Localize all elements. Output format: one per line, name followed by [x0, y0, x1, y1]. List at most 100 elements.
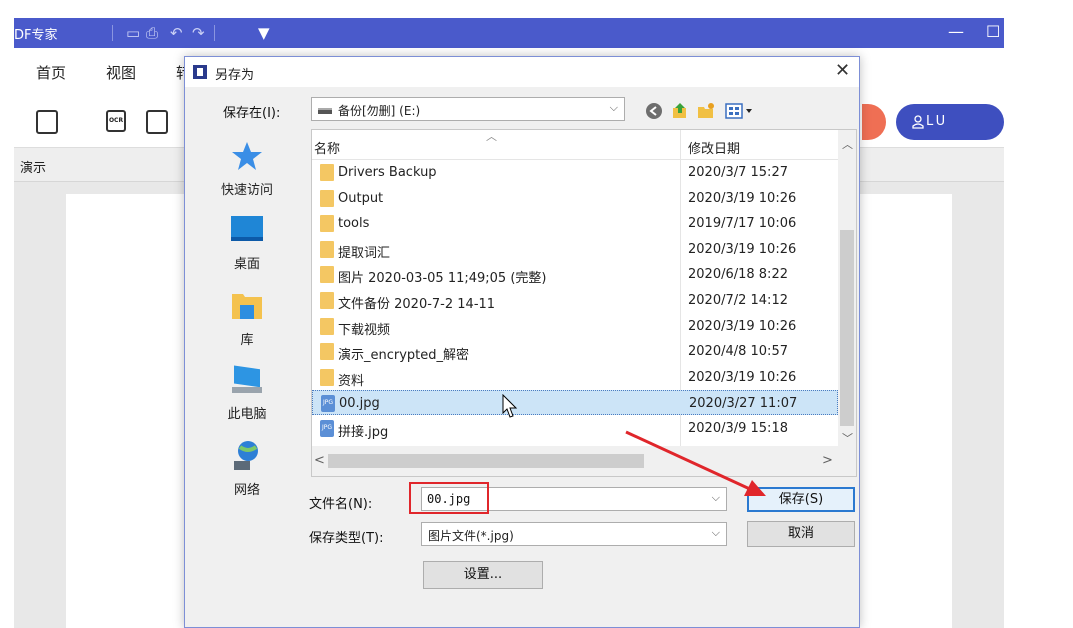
sidebar-label: 库 — [240, 333, 254, 348]
sidebar-label: 此电脑 — [227, 407, 267, 422]
file-list[interactable]: ︿ 名称 修改日期 Drivers Backup 2020/3/7 15:27 Ou… — [311, 129, 857, 477]
back-icon[interactable] — [645, 102, 663, 120]
user-name: LU — [926, 114, 949, 129]
file-row[interactable]: Output 2020/3/19 10:26 — [312, 186, 838, 211]
sidebar-item-this-pc[interactable]: 此电脑 — [207, 363, 287, 422]
column-header-date[interactable]: 修改日期 — [688, 138, 740, 157]
file-row[interactable]: Drivers Backup 2020/3/7 15:27 — [312, 160, 838, 185]
save-button[interactable]: 保存(S) — [747, 487, 855, 512]
screen: DF专家 ▭ ⎙ ↶ ↷ ▼ — ☐ 首页 视图 转 OCR — [0, 0, 1073, 628]
save-as-dialog: 另存为 ✕ 保存在(I): 备份[勿删] (E:) ⌵ 快速访问 桌面 库 此电… — [184, 56, 860, 628]
user-account-button[interactable]: LU — [896, 104, 1004, 140]
settings-button[interactable]: 设置... — [423, 561, 543, 589]
scroll-down-icon[interactable]: ﹀ — [842, 430, 853, 446]
mouse-cursor-icon — [502, 394, 518, 418]
file-name: 演示_encrypted_解密 — [338, 348, 470, 364]
customize-dropdown-icon[interactable]: ▼ — [258, 24, 270, 42]
save-in-label: 保存在(I): — [223, 106, 281, 121]
horizontal-scrollbar[interactable]: < > — [312, 446, 838, 476]
folder-icon — [320, 266, 334, 284]
ocr-icon[interactable]: OCR — [106, 110, 126, 132]
dialog-title-bar: 另存为 ✕ — [185, 57, 859, 87]
menu-home[interactable]: 首页 — [36, 62, 66, 83]
drive-icon — [318, 108, 332, 114]
file-row[interactable]: 拼接.jpg 2020/3/9 15:18 — [312, 416, 838, 441]
column-header-name[interactable]: 名称 — [314, 138, 340, 157]
sidebar-item-quick-access[interactable]: 快速访问 — [207, 139, 287, 198]
star-icon — [232, 142, 262, 170]
filetype-value: 图片文件(*.jpg) — [428, 529, 514, 543]
app-title: DF专家 — [14, 28, 58, 43]
redo-icon[interactable]: ↷ — [192, 24, 205, 42]
sidebar-item-network[interactable]: 网络 — [207, 439, 287, 498]
menu-view[interactable]: 视图 — [106, 62, 136, 83]
file-date: 2020/7/2 14:12 — [688, 293, 788, 308]
vertical-scroll-thumb[interactable] — [840, 230, 854, 426]
library-icon — [232, 294, 262, 319]
file-name: 文件备份 2020-7-2 14-11 — [338, 297, 496, 312]
scroll-left-icon[interactable]: < — [314, 453, 325, 468]
filename-label: 文件名(N): — [309, 497, 373, 512]
image-file-icon — [321, 395, 335, 413]
file-row[interactable]: 资料 2020/3/19 10:26 — [312, 365, 838, 390]
filetype-dropdown[interactable]: 图片文件(*.jpg) ⌵ — [421, 522, 727, 546]
sidebar-item-libraries[interactable]: 库 — [207, 289, 287, 348]
scroll-right-icon[interactable]: > — [822, 453, 833, 468]
file-row[interactable]: tools 2019/7/17 10:06 — [312, 211, 838, 236]
undo-icon[interactable]: ↶ — [170, 24, 183, 42]
folder-icon — [320, 368, 334, 386]
horizontal-scroll-thumb[interactable] — [328, 454, 644, 468]
save-icon[interactable]: ▭ — [126, 24, 140, 42]
sidebar-item-desktop[interactable]: 桌面 — [207, 213, 287, 272]
chevron-down-icon: ⌵ — [711, 526, 720, 539]
folder-icon — [320, 240, 334, 258]
page-icon[interactable] — [146, 110, 168, 134]
folder-icon — [320, 343, 334, 361]
maximize-icon[interactable]: ☐ — [986, 22, 1000, 41]
file-date: 2020/3/19 10:26 — [688, 241, 797, 257]
save-in-dropdown[interactable]: 备份[勿删] (E:) ⌵ — [311, 97, 625, 121]
close-icon[interactable]: ✕ — [835, 60, 850, 81]
cancel-button[interactable]: 取消 — [747, 521, 855, 547]
up-folder-icon[interactable] — [671, 102, 689, 120]
file-date: 2020/3/19 10:26 — [688, 369, 797, 385]
vertical-scrollbar[interactable]: ︿ ﹀ — [838, 130, 856, 476]
file-row[interactable]: 提取词汇 2020/3/19 10:26 — [312, 237, 838, 262]
file-date: 2020/3/7 15:27 — [688, 165, 788, 180]
file-date: 2020/3/9 15:18 — [688, 421, 788, 436]
sort-ascending-icon: ︿ — [486, 130, 497, 143]
file-row[interactable]: 演示_encrypted_解密 2020/4/8 10:57 — [312, 339, 838, 364]
view-menu-icon[interactable] — [725, 102, 755, 120]
file-name: tools — [338, 216, 370, 232]
image-file-icon — [320, 420, 334, 437]
user-icon — [912, 115, 924, 129]
file-date: 2020/3/27 11:07 — [689, 396, 798, 412]
network-icon — [234, 441, 258, 470]
filetype-label: 保存类型(T): — [309, 531, 384, 546]
new-folder-icon[interactable] — [697, 102, 715, 120]
file-date: 2019/7/17 10:06 — [688, 216, 797, 232]
file-row[interactable]: 下载视频 2020/3/19 10:26 — [312, 314, 838, 339]
edit-icon[interactable] — [36, 110, 58, 134]
file-name: 提取词汇 — [338, 245, 391, 261]
scroll-up-icon[interactable]: ︿ — [842, 136, 853, 152]
sidebar-label: 快速访问 — [220, 183, 273, 198]
file-date: 2020/6/18 8:22 — [688, 267, 788, 283]
sidebar-label: 网络 — [233, 483, 260, 498]
chevron-down-icon[interactable]: ⌵ — [712, 491, 720, 505]
file-row[interactable]: 文件备份 2020-7-2 14-11 2020/7/2 14:12 — [312, 288, 838, 313]
print-icon[interactable]: ⎙ — [146, 24, 158, 42]
file-date: 2020/4/8 10:57 — [688, 344, 788, 360]
toolbar-separator — [112, 25, 113, 41]
file-name: 拼接.jpg — [338, 425, 389, 440]
minimize-icon[interactable]: — — [948, 22, 964, 41]
file-name: 00.jpg — [339, 396, 380, 412]
app-logo-icon — [193, 65, 207, 79]
file-row[interactable]: 00.jpg 2020/3/27 11:07 — [312, 390, 838, 416]
chevron-down-icon: ⌵ — [609, 101, 618, 114]
desktop-icon — [231, 216, 263, 241]
file-name: 图片 2020-03-05 11;49;05 (完整) — [338, 271, 547, 287]
document-tab[interactable]: 演示 — [20, 157, 46, 176]
file-row[interactable]: 图片 2020-03-05 11;49;05 (完整) 2020/6/18 8:2… — [312, 262, 838, 287]
folder-icon — [320, 292, 334, 309]
